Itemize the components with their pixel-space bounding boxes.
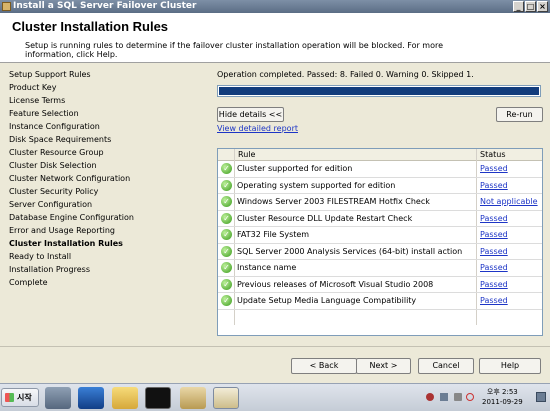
passed-check-icon: ✓ [221,229,232,240]
rule-status-link[interactable]: Not applicable [480,197,538,206]
passed-check-icon: ✓ [221,278,232,290]
rules-table: Rule Status ✓ Cluster supported for edit… [217,148,543,336]
progress-bar [217,85,541,97]
rerun-button[interactable]: Re-run [496,107,543,122]
passed-check-icon: ✓ [221,262,232,273]
sidebar-item-cluster-network-configuration[interactable]: Cluster Network Configuration [9,174,130,183]
table-row[interactable]: ✓ SQL Server 2000 Analysis Services (64-… [218,244,542,260]
rule-status-link[interactable]: Passed [480,296,508,305]
passed-check-icon: ✓ [221,295,232,306]
table-row[interactable]: ✓ Instance name Passed [218,260,542,277]
table-row[interactable]: ✓ Previous releases of Microsoft Visual … [218,277,542,293]
sidebar-item-complete[interactable]: Complete [9,278,48,287]
sidebar-item-feature-selection[interactable]: Feature Selection [9,109,79,118]
cancel-button[interactable]: Cancel [418,358,474,374]
window-title: Install a SQL Server Failover Cluster [13,1,197,11]
column-header-status[interactable]: Status [480,150,506,159]
start-button[interactable]: 시작 [1,388,39,407]
rule-status-link[interactable]: Passed [480,230,508,239]
rule-status-link[interactable]: Passed [480,214,508,223]
rule-status-link[interactable]: Passed [480,247,508,256]
rule-name: Cluster supported for edition [237,164,353,173]
window-titlebar[interactable]: Install a SQL Server Failover Cluster _ … [0,0,550,13]
sidebar-item-error-and-usage-reporting[interactable]: Error and Usage Reporting [9,226,115,235]
rule-name: FAT32 File System [237,230,310,239]
table-row[interactable]: ✓ Update Setup Media Language Compatibil… [218,293,542,310]
rule-status-link[interactable]: Passed [480,263,508,272]
sidebar-item-cluster-security-policy[interactable]: Cluster Security Policy [9,187,98,196]
view-detailed-report-link[interactable]: View detailed report [217,124,298,133]
page-title: Cluster Installation Rules [12,19,169,34]
page-description: Setup is running rules to determine if t… [25,41,444,59]
system-tray: 오후 2:53 2011-09-29 [420,384,550,411]
maximize-button[interactable]: □ [525,1,536,12]
blocked-icon[interactable] [466,393,474,401]
command-prompt-icon[interactable] [145,387,171,409]
hide-details-button[interactable]: Hide details << [217,107,284,122]
sidebar-item-cluster-installation-rules[interactable]: Cluster Installation Rules [9,239,123,248]
table-row[interactable]: ✓ Cluster Resource DLL Update Restart Ch… [218,211,542,227]
volume-icon[interactable] [454,393,462,401]
sidebar-item-license-terms[interactable]: License Terms [9,96,65,105]
table-row[interactable]: ✓ FAT32 File System Passed [218,227,542,244]
passed-check-icon: ✓ [221,163,232,174]
table-row[interactable]: ✓ Cluster supported for edition Passed [218,161,542,178]
clock-time: 오후 2:53 [486,388,518,396]
server-manager-icon[interactable] [45,387,71,409]
page-header: Cluster Installation Rules Setup is runn… [0,13,550,63]
sidebar-item-installation-progress[interactable]: Installation Progress [9,265,90,274]
progress-fill [219,87,539,95]
start-label: 시작 [17,393,32,402]
sidebar-item-server-configuration[interactable]: Server Configuration [9,200,92,209]
table-row[interactable]: ✓ Operating system supported for edition… [218,178,542,194]
passed-check-icon: ✓ [221,179,232,191]
rule-name: Operating system supported for edition [237,180,396,190]
sidebar-item-cluster-disk-selection[interactable]: Cluster Disk Selection [9,161,97,170]
sidebar-item-setup-support-rules[interactable]: Setup Support Rules [9,70,91,79]
rule-name: Windows Server 2003 FILESTREAM Hotfix Ch… [237,197,430,206]
rule-name: Update Setup Media Language Compatibilit… [237,296,417,305]
passed-check-icon: ✓ [221,245,232,257]
rule-status-link[interactable]: Passed [480,181,508,190]
rule-name: Instance name [237,263,297,272]
wizard-footer: < Back Next > Cancel Help [0,346,550,382]
flag-notification-icon[interactable] [426,393,434,401]
sidebar-item-cluster-resource-group[interactable]: Cluster Resource Group [9,148,104,157]
sidebar-item-product-key[interactable]: Product Key [9,83,56,92]
taskbar-clock[interactable]: 오후 2:53 2011-09-29 [482,387,523,407]
windows-logo-icon [5,393,14,402]
show-desktop-icon[interactable] [536,392,546,402]
rule-status-link[interactable]: Passed [480,280,508,289]
column-header-rule[interactable]: Rule [238,150,255,159]
clock-date: 2011-09-29 [482,398,523,406]
powershell-icon[interactable] [78,387,104,409]
rule-status-link[interactable]: Passed [480,164,508,173]
help-button[interactable]: Help [479,358,541,374]
passed-check-icon: ✓ [221,196,232,207]
table-row[interactable]: ✓ Windows Server 2003 FILESTREAM Hotfix … [218,194,542,211]
sidebar-item-instance-configuration[interactable]: Instance Configuration [9,122,100,131]
sidebar-item-database-engine-configuration[interactable]: Database Engine Configuration [9,213,134,222]
close-button[interactable]: × [537,1,548,12]
setup-active-task-icon[interactable] [213,387,239,409]
sidebar-item-ready-to-install[interactable]: Ready to Install [9,252,71,261]
main-panel: Operation completed. Passed: 8. Failed 0… [206,64,550,346]
windows-taskbar: 시작 오후 2:53 2011-09-29 [0,383,550,411]
sidebar-item-disk-space-requirements[interactable]: Disk Space Requirements [9,135,111,144]
network-icon[interactable] [440,393,448,401]
rules-table-header: Rule Status [218,149,542,161]
steps-sidebar: Setup Support Rules Product Key License … [0,64,206,344]
explorer-folder-icon[interactable] [112,387,138,409]
operation-status: Operation completed. Passed: 8. Failed 0… [217,70,474,79]
next-button[interactable]: Next > [356,358,411,374]
back-button[interactable]: < Back [291,358,357,374]
minimize-button[interactable]: _ [513,1,524,12]
passed-check-icon: ✓ [221,212,232,224]
setup-task-icon[interactable] [180,387,206,409]
rule-name: SQL Server 2000 Analysis Services (64-bi… [237,246,463,256]
rule-name: Previous releases of Microsoft Visual St… [237,279,434,289]
setup-app-icon [2,2,11,11]
rule-name: Cluster Resource DLL Update Restart Chec… [237,213,413,223]
